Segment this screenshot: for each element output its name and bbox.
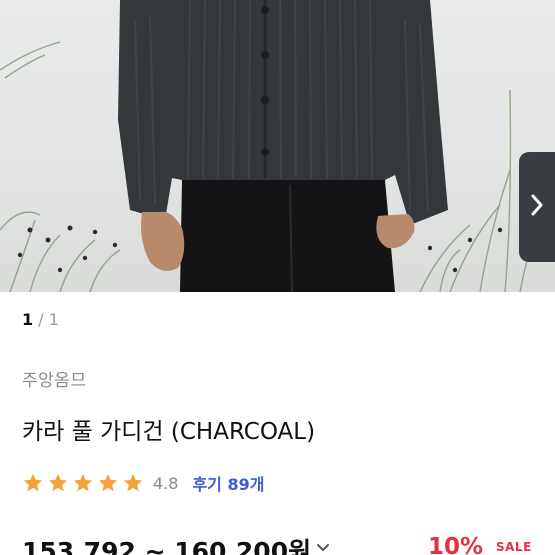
star-icon <box>22 472 44 494</box>
product-title: 카라 풀 가디건 (CHARCOAL) <box>22 419 316 445</box>
image-counter-current: 1 <box>22 310 34 329</box>
price-row: 153,792 ~ 160,200원 10% SALE <box>22 532 555 555</box>
star-icon <box>47 472 69 494</box>
image-counter: 1 / 1 <box>22 310 59 329</box>
brand-name[interactable]: 주앙옴므 <box>22 366 87 391</box>
image-counter-total: / 1 <box>38 310 59 329</box>
rating-stars <box>22 472 144 494</box>
star-icon <box>72 472 94 494</box>
star-icon <box>97 472 119 494</box>
review-count-link[interactable]: 후기 89개 <box>192 471 264 495</box>
product-photo-illustration <box>0 0 546 292</box>
chevron-down-icon[interactable] <box>316 539 330 555</box>
star-icon <box>122 472 144 494</box>
chevron-right-icon <box>529 193 545 221</box>
product-image[interactable] <box>0 0 555 292</box>
discount-rate: 10% <box>428 534 484 555</box>
rating-value: 4.8 <box>153 473 179 493</box>
next-image-button[interactable] <box>519 152 555 262</box>
sale-badge: SALE <box>496 540 532 554</box>
rating-row: 4.8 후기 89개 <box>22 470 264 496</box>
price-range: 153,792 ~ 160,200원 <box>22 537 312 555</box>
